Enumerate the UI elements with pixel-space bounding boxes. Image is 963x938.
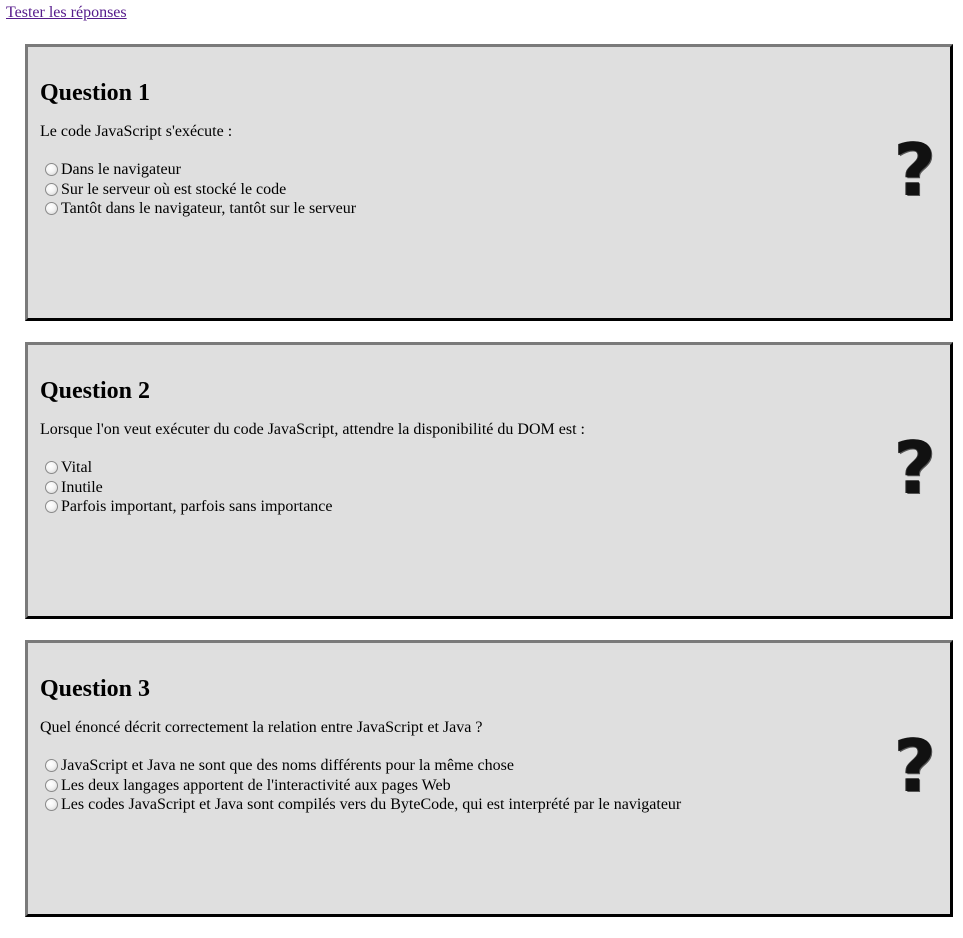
quiz-container: Question 1 Le code JavaScript s'exécute … (25, 44, 953, 938)
answer-label: Les codes JavaScript et Java sont compil… (61, 796, 682, 813)
radio-button[interactable] (45, 163, 58, 177)
answer-options: Dans le navigateur Sur le serveur où est… (40, 160, 938, 219)
answer-option[interactable]: Vital (45, 458, 938, 478)
answer-option[interactable]: JavaScript et Java ne sont que des noms … (45, 756, 938, 776)
answer-option[interactable]: Tantôt dans le navigateur, tantôt sur le… (45, 199, 938, 219)
radio-button[interactable] (45, 778, 58, 792)
question-title: Question 1 (40, 80, 151, 106)
radio-button[interactable] (45, 461, 58, 475)
question-text: Quel énoncé décrit correctement la relat… (40, 719, 483, 736)
radio-button[interactable] (45, 480, 58, 494)
question-title: Question 2 (40, 378, 151, 404)
radio-button[interactable] (45, 182, 58, 196)
question-mark-icon: ? (894, 426, 936, 510)
question-mark-icon: ? (894, 724, 936, 808)
answer-option[interactable]: Inutile (45, 478, 938, 498)
answer-option[interactable]: Dans le navigateur (45, 160, 938, 180)
answer-option[interactable]: Sur le serveur où est stocké le code (45, 180, 938, 200)
question-title: Question 3 (40, 676, 151, 702)
question-box-3: Question 3 Quel énoncé décrit correcteme… (25, 640, 953, 917)
radio-button[interactable] (45, 202, 58, 216)
answer-label: Tantôt dans le navigateur, tantôt sur le… (61, 200, 357, 217)
answer-label: Parfois important, parfois sans importan… (61, 498, 333, 515)
answer-label: Inutile (61, 478, 103, 496)
question-text: Lorsque l'on veut exécuter du code JavaS… (40, 421, 585, 438)
radio-button[interactable] (45, 798, 58, 812)
radio-button[interactable] (45, 759, 58, 773)
answer-options: JavaScript et Java ne sont que des noms … (40, 756, 938, 815)
test-answers-link[interactable]: Tester les réponses (6, 4, 127, 22)
answer-label: Dans le navigateur (61, 161, 181, 178)
radio-button[interactable] (45, 500, 58, 514)
question-box-2: Question 2 Lorsque l'on veut exécuter du… (25, 342, 953, 619)
question-mark-icon: ? (894, 128, 936, 212)
answer-option[interactable]: Les deux langages apportent de l'interac… (45, 776, 938, 796)
answer-option[interactable]: Les codes JavaScript et Java sont compil… (45, 795, 938, 815)
answer-label: Vital (61, 459, 93, 476)
answer-options: Vital Inutile Parfois important, parfois… (40, 458, 938, 517)
answer-label: Les deux langages apportent de l'interac… (61, 776, 451, 794)
question-box-1: Question 1 Le code JavaScript s'exécute … (25, 44, 953, 321)
answer-label: Sur le serveur où est stocké le code (61, 180, 287, 198)
question-text: Le code JavaScript s'exécute : (40, 123, 233, 140)
answer-label: JavaScript et Java ne sont que des noms … (61, 757, 514, 774)
answer-option[interactable]: Parfois important, parfois sans importan… (45, 497, 938, 517)
